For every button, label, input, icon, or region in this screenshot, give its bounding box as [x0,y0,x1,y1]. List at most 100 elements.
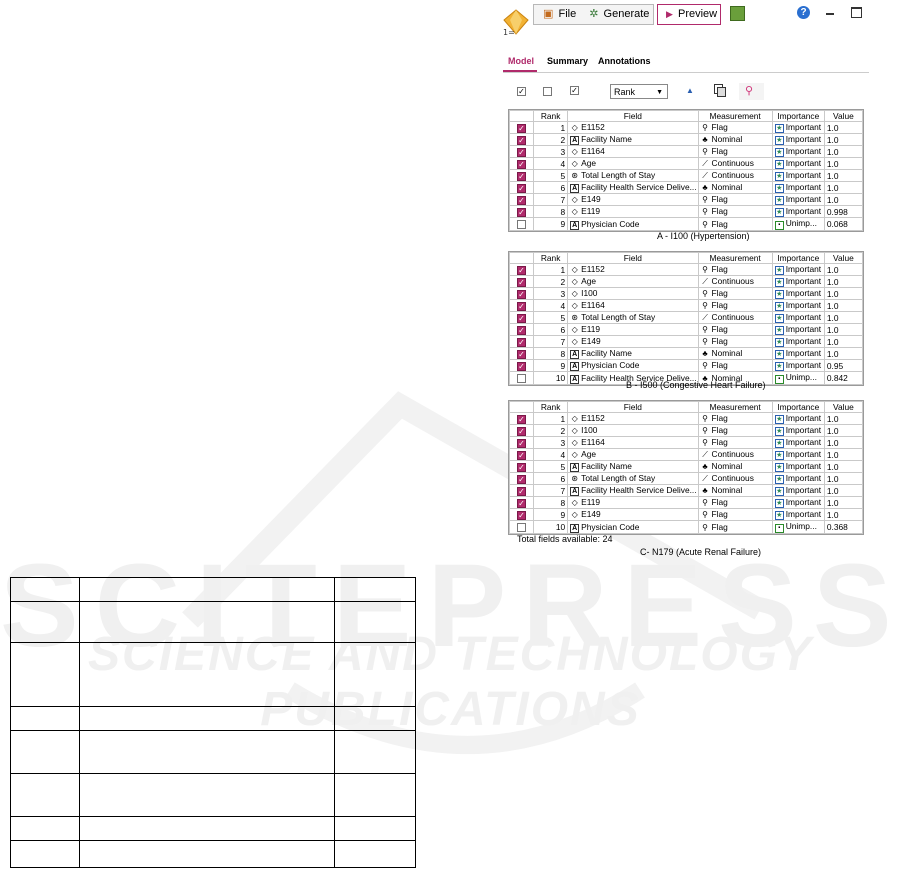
row-checkbox[interactable] [517,301,527,311]
generate-menu-button[interactable]: Generate [604,5,650,24]
table-row[interactable]: 9APhysician Code⚲Flag★Important0.95 [508,359,864,372]
table-row[interactable]: 1◇E1152⚲Flag★Important1.0 [508,263,864,276]
minimize-icon[interactable] [826,13,834,15]
table-row[interactable]: 1◇E1152⚲Flag★Important1.0 [508,412,864,425]
row-checkbox-cell[interactable] [508,299,535,312]
table-row[interactable]: 10 A Physician Code ⚲ Flag ▪ Unimp... 0.368 [508,520,864,534]
copy-icon[interactable] [714,84,726,97]
table-row[interactable]: 2◇Age⟋Continuous★Important1.0 [508,275,864,288]
row-checkbox-cell[interactable] [508,275,535,288]
table-row[interactable]: 6⊛Total Length of Stay⟋Continuous★Import… [508,472,864,485]
row-checkbox-cell[interactable] [508,263,535,276]
row-checkbox[interactable] [517,171,527,181]
row-checkbox-cell[interactable] [508,484,535,497]
table-row[interactable]: 3◇E1164⚲Flag★Important1.0 [508,145,864,158]
row-checkbox[interactable] [517,159,527,169]
row-checkbox[interactable] [517,450,527,460]
table-row[interactable]: 4◇Age⟋Continuous★Important1.0 [508,448,864,461]
uncheck-all-icon[interactable] [543,87,552,96]
row-checkbox[interactable] [517,265,527,275]
table-row[interactable]: 2◇I100⚲Flag★Important1.0 [508,424,864,437]
file-menu-button[interactable]: File [558,5,576,24]
filter-icon[interactable]: ⚲ [739,83,764,100]
row-checkbox[interactable] [517,183,527,193]
row-checkbox[interactable] [517,325,527,335]
row-checkbox-cell[interactable] [508,193,535,206]
row-checkbox[interactable] [517,374,527,384]
row-checkbox[interactable] [517,438,527,448]
tab-model[interactable]: Model [508,56,534,66]
table-row[interactable]: 1◇E1152⚲Flag★Important1.0 [508,121,864,134]
help-icon[interactable]: ? [797,6,810,19]
table-row[interactable]: 8◇E119⚲Flag★Important0.998 [508,205,864,218]
row-checkbox-cell[interactable] [508,121,535,134]
row-checkbox[interactable] [517,462,527,472]
table-row[interactable]: 7◇E149⚲Flag★Important1.0 [508,193,864,206]
row-checkbox-cell[interactable] [508,359,535,372]
column-header[interactable]: Field [567,401,699,413]
row-checkbox-cell[interactable] [508,205,535,218]
table-row[interactable]: 3◇E1164⚲Flag★Important1.0 [508,436,864,449]
column-header[interactable]: Importance [771,252,825,264]
table-row[interactable]: 8◇E119⚲Flag★Important1.0 [508,496,864,509]
row-checkbox[interactable] [517,220,527,230]
row-checkbox-cell[interactable] [508,448,535,461]
row-checkbox-cell[interactable] [508,169,535,182]
column-header[interactable]: Field [567,110,699,122]
row-checkbox-cell[interactable] [508,460,535,473]
table-row[interactable]: 6AFacility Health Service Delive...♣Nomi… [508,181,864,194]
row-checkbox-cell[interactable] [508,157,535,170]
table-row[interactable]: 3◇I100⚲Flag★Important1.0 [508,287,864,300]
row-checkbox[interactable] [517,337,527,347]
column-header[interactable]: Importance [771,401,825,413]
row-checkbox[interactable] [517,426,527,436]
column-header[interactable]: Value [823,252,864,264]
column-header[interactable]: Importance [771,110,825,122]
row-checkbox[interactable] [517,277,527,287]
row-checkbox[interactable] [517,313,527,323]
table-row[interactable]: 5AFacility Name♣Nominal★Important1.0 [508,460,864,473]
sort-ascending-icon[interactable]: ▲ [686,86,694,95]
row-checkbox-cell[interactable] [508,472,535,485]
table-row[interactable]: 6◇E119⚲Flag★Important1.0 [508,323,864,336]
row-checkbox[interactable] [517,474,527,484]
column-header[interactable]: Measurement [697,252,773,264]
column-header[interactable]: Field [567,252,699,264]
row-checkbox-cell[interactable] [508,181,535,194]
table-row[interactable]: 7AFacility Health Service Delive...♣Nomi… [508,484,864,497]
row-checkbox-cell[interactable] [508,412,535,425]
column-header[interactable]: Value [823,110,864,122]
row-checkbox[interactable] [517,349,527,359]
column-header[interactable]: Rank [533,252,569,264]
row-checkbox[interactable] [517,195,527,205]
row-checkbox-cell[interactable] [508,145,535,158]
table-row[interactable]: 2AFacility Name♣Nominal★Important1.0 [508,133,864,146]
row-checkbox[interactable] [517,523,527,533]
row-checkbox-cell[interactable] [508,424,535,437]
row-checkbox-cell[interactable] [508,335,535,348]
column-header[interactable]: Measurement [697,110,773,122]
table-row[interactable]: 7◇E149⚲Flag★Important1.0 [508,335,864,348]
tab-summary[interactable]: Summary [547,56,588,66]
check-all-icon[interactable]: ✓ [517,87,526,96]
toggle-check-icon[interactable]: ✓ [570,86,579,95]
table-row[interactable]: 4◇Age⟋Continuous★Important1.0 [508,157,864,170]
sort-by-select[interactable]: Rank ▼ [610,84,668,99]
row-checkbox[interactable] [517,147,527,157]
export-icon[interactable] [730,6,745,21]
row-checkbox[interactable] [517,486,527,496]
preview-button[interactable]: ▶ Preview [657,4,721,25]
row-checkbox[interactable] [517,135,527,145]
row-checkbox-cell[interactable] [508,311,535,324]
row-checkbox-cell[interactable] [508,133,535,146]
row-checkbox-cell[interactable] [508,287,535,300]
maximize-icon[interactable] [851,7,862,18]
table-row[interactable]: 9 A Physician Code ⚲ Flag ▪ Unimp... 0.068 [508,217,864,231]
row-checkbox-cell[interactable] [508,436,535,449]
row-checkbox-cell[interactable] [508,508,535,521]
row-checkbox[interactable] [517,289,527,299]
row-checkbox[interactable] [517,498,527,508]
row-checkbox-cell[interactable] [508,323,535,336]
column-header[interactable]: Rank [533,110,569,122]
row-checkbox-cell[interactable] [508,347,535,360]
